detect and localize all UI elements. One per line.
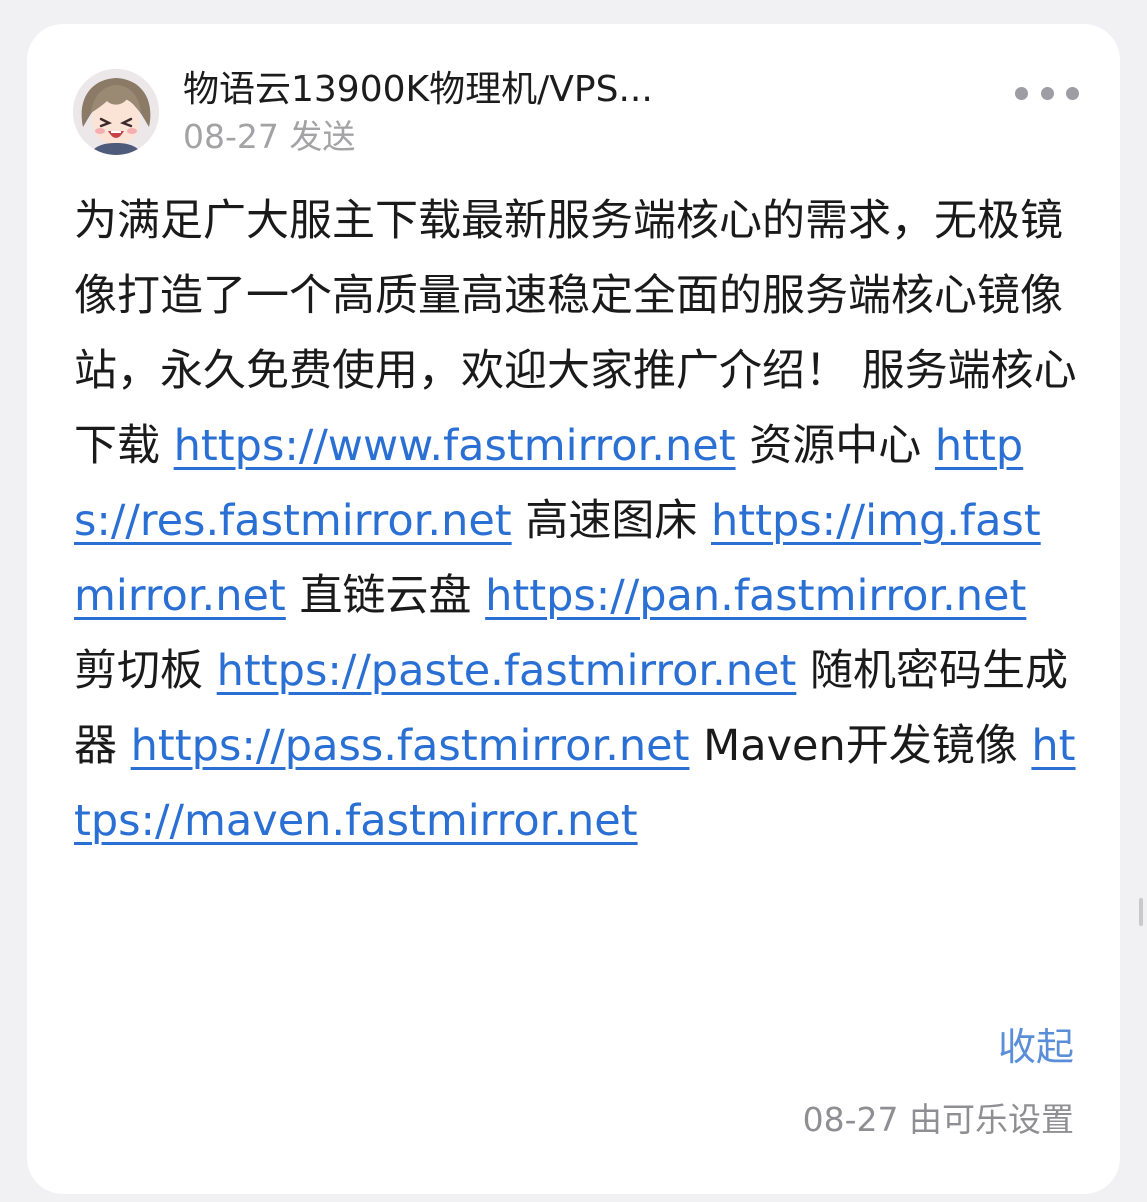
message-body: 为满足广大服主下载最新服务端核心的需求，无极镜像打造了一个高质量高速稳定全面的服… [74, 184, 1079, 859]
scrollbar[interactable] [1139, 898, 1143, 926]
message-text: 直链云盘 [285, 571, 486, 621]
sent-time: 08-27 发送 [183, 117, 356, 156]
avatar-image [73, 69, 159, 155]
more-horizontal-icon [1066, 86, 1079, 100]
more-options-button[interactable] [1015, 76, 1079, 110]
more-horizontal-icon [1040, 86, 1054, 100]
sender-name[interactable]: 物语云13900K物理机/VPS... [183, 64, 743, 116]
collapse-button[interactable]: 收起 [998, 1022, 1074, 1072]
message-link[interactable]: https://pass.fastmirror.net [131, 721, 690, 771]
pinned-by-meta: 08-27 由可乐设置 [802, 1100, 1074, 1139]
message-text: 高速图床 [511, 496, 711, 546]
more-horizontal-icon [1015, 86, 1028, 100]
message-link[interactable]: https://paste.fastmirror.net [217, 646, 797, 696]
message-link[interactable]: https://pan.fastmirror.net [485, 571, 1026, 621]
message-text: 剪切板 [74, 646, 217, 696]
message-link[interactable]: https://www.fastmirror.net [174, 421, 736, 471]
message-text: Maven开发镜像 [689, 721, 1032, 771]
announcement-card: 物语云13900K物理机/VPS... 08-27 发送 为满足广大服主下载最新… [27, 24, 1120, 1194]
message-text: 资源中心 [735, 421, 935, 471]
avatar[interactable] [73, 69, 159, 155]
